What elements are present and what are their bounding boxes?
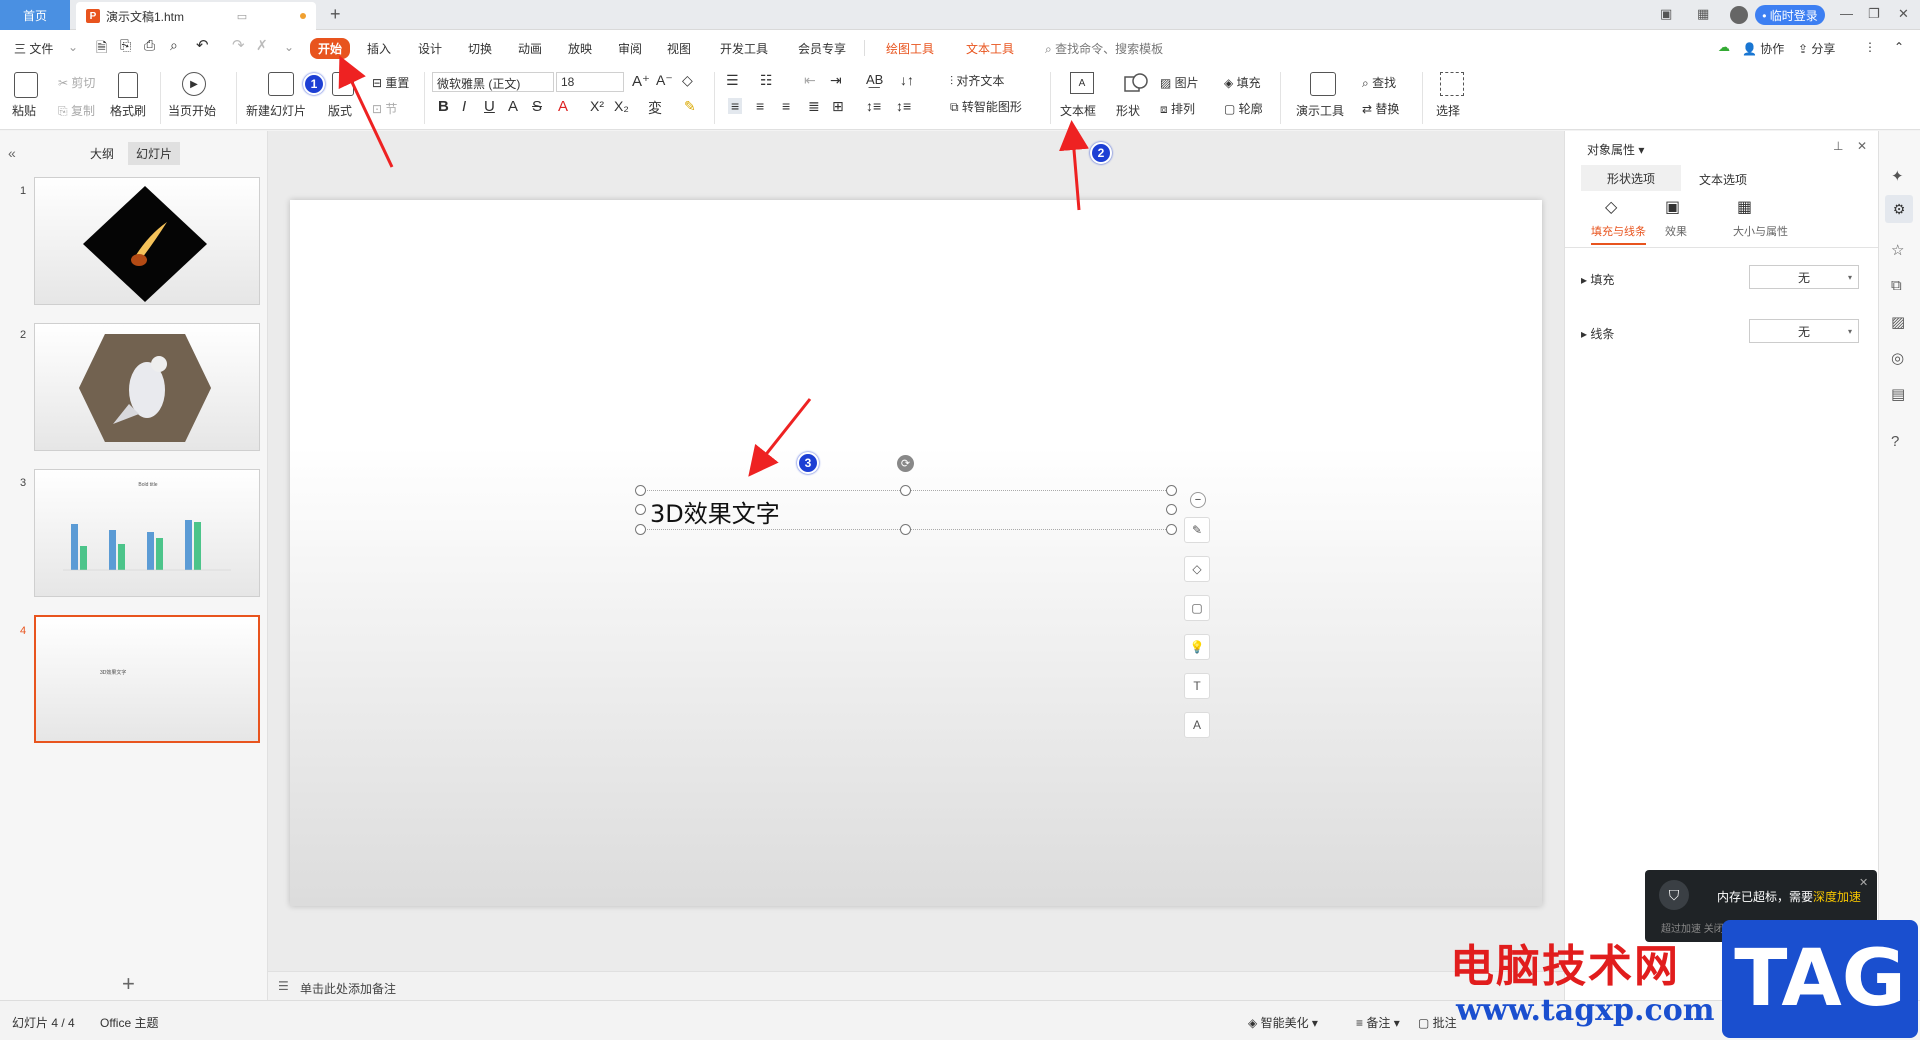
chevron-down-icon: ▾ — [1847, 272, 1852, 282]
size-properties-icon[interactable]: ▦ — [1737, 197, 1752, 217]
watermark-tag-logo: TAG — [1722, 920, 1918, 1038]
deep-accelerate-link[interactable]: 深度加速 — [1813, 890, 1861, 904]
divider — [1565, 247, 1879, 248]
panel-title-label: 对象属性 — [1587, 143, 1636, 157]
right-sidebar: ✦ ⚙ ☆ ⧉ ▨ ◎ ▤ ? — [1878, 131, 1920, 1000]
panel-title[interactable]: 对象属性 ▾ — [1587, 141, 1644, 158]
watermark-text: 电脑技术网 — [1450, 941, 1680, 992]
animation-icon[interactable]: ☆ — [1891, 241, 1904, 259]
line-section-label: 线条 — [1590, 327, 1615, 341]
effects-icon[interactable]: ▣ — [1665, 197, 1680, 217]
subtab-effects[interactable]: 效果 — [1665, 223, 1687, 239]
slide-counter: 幻灯片 4 / 4 — [12, 1016, 75, 1030]
line-section-toggle[interactable]: ▸ 线条 — [1581, 325, 1614, 342]
step-marker-3: 3 — [797, 452, 819, 474]
comments-button[interactable]: ▢ 批注 — [1418, 1014, 1457, 1031]
notes-placeholder: 单击此处添加备注 — [300, 982, 397, 996]
alert-message: 内存已超标，需要深度加速 — [1717, 888, 1861, 905]
notes-toggle-button[interactable]: ≡ 备注 ▾ — [1356, 1014, 1400, 1031]
subtab-fill-line[interactable]: 填充与线条 — [1591, 223, 1646, 245]
theme-name[interactable]: Office 主题 — [100, 1014, 158, 1031]
line-dropdown-value: 无 — [1797, 324, 1810, 339]
chevron-down-icon: ▾ — [1847, 326, 1852, 336]
smart-beautify-button[interactable]: ◈ 智能美化 ▾ — [1248, 1014, 1318, 1031]
fill-dropdown-value: 无 — [1797, 270, 1810, 285]
line-dropdown[interactable]: 无 ▾ — [1749, 319, 1859, 343]
image-icon[interactable]: ▨ — [1891, 313, 1905, 331]
notes-bar[interactable]: ☰ 单击此处添加备注 — [268, 971, 1564, 1000]
properties-icon[interactable]: ⚙ — [1885, 195, 1913, 223]
notes-icon: ☰ — [278, 979, 289, 993]
fill-section-toggle[interactable]: ▸ 填充 — [1581, 271, 1614, 288]
watermark-url: www.tagxp.com — [1456, 993, 1715, 1028]
shield-icon: ⛉ — [1659, 880, 1689, 910]
tab-shape-options[interactable]: 形状选项 — [1581, 165, 1681, 191]
step-marker-2: 2 — [1090, 142, 1112, 164]
step-marker-1: 1 — [303, 73, 325, 95]
smart-beautify-label: 智能美化 — [1260, 1016, 1309, 1030]
alert-text: 内存已超标，需要 — [1717, 890, 1814, 904]
copy-icon[interactable]: ⧉ — [1891, 277, 1902, 294]
pin-icon[interactable]: ⊥ — [1833, 139, 1843, 153]
tab-text-options[interactable]: 文本选项 — [1699, 171, 1747, 188]
fill-line-icon[interactable]: ◇ — [1605, 197, 1617, 217]
location-icon[interactable]: ◎ — [1891, 349, 1904, 367]
fill-dropdown[interactable]: 无 ▾ — [1749, 265, 1859, 289]
close-panel-icon[interactable]: ✕ — [1857, 139, 1867, 153]
notes-toggle-label: 备注 — [1366, 1016, 1391, 1030]
subtab-size-properties[interactable]: 大小与属性 — [1733, 223, 1788, 239]
comments-label: 批注 — [1432, 1016, 1457, 1030]
close-popup-icon[interactable]: ✕ — [1859, 876, 1868, 889]
book-icon[interactable]: ▤ — [1891, 385, 1905, 403]
magic-icon[interactable]: ✦ — [1891, 167, 1904, 185]
help-icon[interactable]: ? — [1891, 433, 1899, 450]
fill-section-label: 填充 — [1590, 273, 1615, 287]
